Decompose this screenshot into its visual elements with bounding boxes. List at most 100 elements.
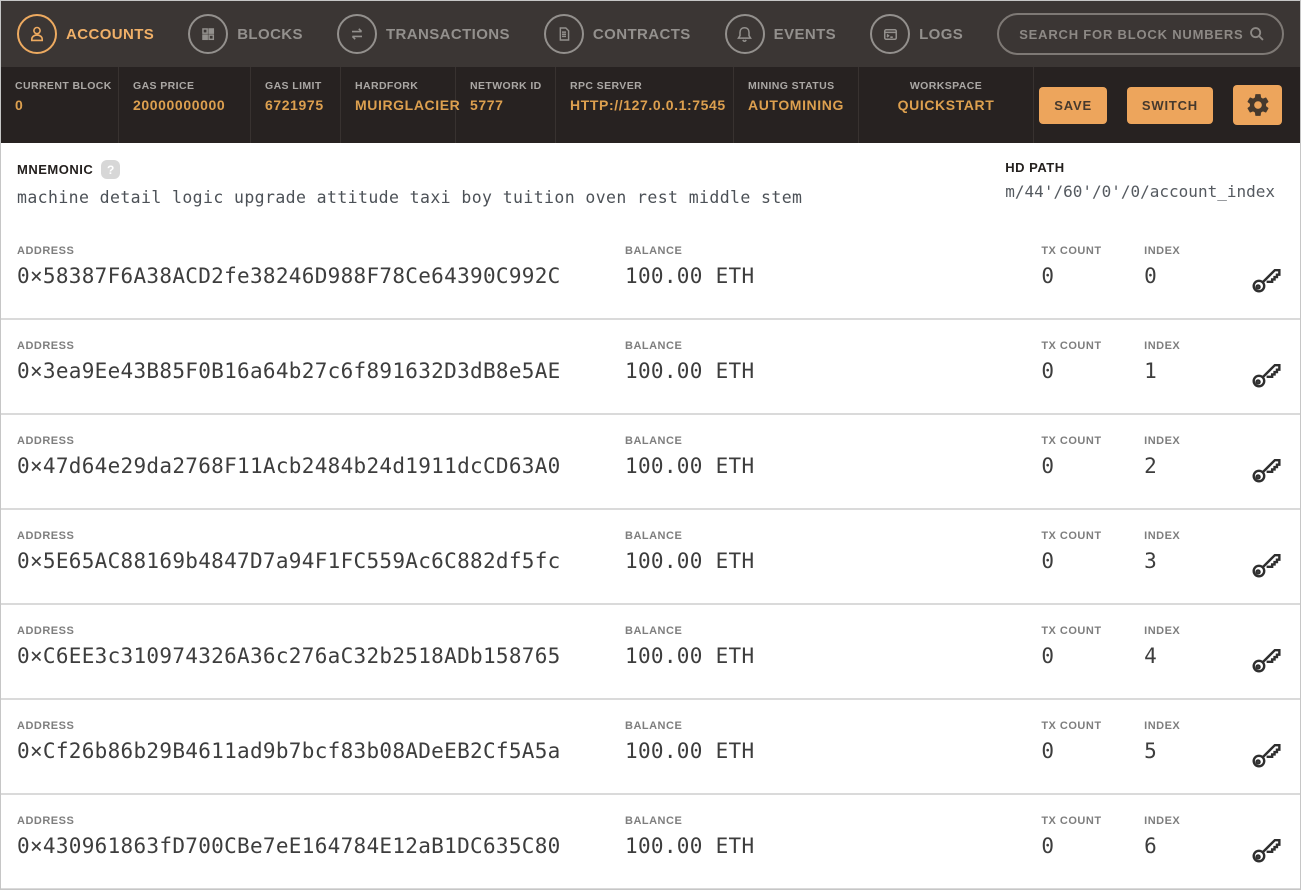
blocks-grid-icon (188, 14, 228, 54)
hd-path-label: HD PATH (1005, 160, 1275, 175)
contracts-document-icon (544, 14, 584, 54)
key-icon (1248, 546, 1284, 582)
hd-path-value: m/44'/60'/0'/0/account_index (1005, 182, 1275, 201)
tab-accounts[interactable]: ACCOUNTS (17, 14, 154, 54)
balance-label: BALANCE (625, 815, 1041, 827)
show-private-key-button[interactable] (1248, 546, 1284, 585)
settings-button[interactable] (1233, 85, 1282, 125)
tab-events-label: EVENTS (774, 26, 836, 43)
status-value: QUICKSTART (873, 97, 1019, 113)
mnemonic-label: MNEMONIC (17, 162, 93, 177)
tx-count-label: TX COUNT (1041, 530, 1144, 542)
index-label: INDEX (1144, 625, 1242, 637)
ganache-accounts-screen: ACCOUNTS BLOCKS TRANSACTIONS CONTRACTS E… (0, 0, 1301, 890)
status-hardfork: HARDFORK MUIRGLACIER (341, 67, 456, 143)
index-label: INDEX (1144, 815, 1242, 827)
key-icon (1248, 261, 1284, 297)
key-icon (1248, 451, 1284, 487)
mnemonic-help-icon[interactable]: ? (101, 160, 120, 179)
status-label: RPC SERVER (570, 80, 719, 92)
account-index: 3 (1144, 549, 1242, 573)
account-row: ADDRESS0×58387F6A38ACD2fe38246D988F78Ce6… (1, 225, 1300, 320)
switch-button[interactable]: SWITCH (1127, 87, 1213, 124)
balance-label: BALANCE (625, 720, 1041, 732)
tab-blocks-label: BLOCKS (237, 26, 303, 43)
status-mining-status: MINING STATUS AUTOMINING (734, 67, 859, 143)
save-button[interactable]: SAVE (1039, 87, 1107, 124)
show-private-key-button[interactable] (1248, 261, 1284, 300)
balance-label: BALANCE (625, 340, 1041, 352)
account-balance: 100.00 ETH (625, 834, 1041, 858)
account-tx-count: 0 (1041, 739, 1144, 763)
tx-count-label: TX COUNT (1041, 435, 1144, 447)
status-rpc-server: RPC SERVER HTTP://127.0.0.1:7545 (556, 67, 734, 143)
tab-blocks[interactable]: BLOCKS (188, 14, 303, 54)
accounts-list: ADDRESS0×58387F6A38ACD2fe38246D988F78Ce6… (1, 225, 1300, 889)
show-private-key-button[interactable] (1248, 356, 1284, 395)
account-row: ADDRESS0×3ea9Ee43B85F0B16a64b27c6f891632… (1, 320, 1300, 415)
show-private-key-button[interactable] (1248, 736, 1284, 775)
show-private-key-button[interactable] (1248, 831, 1284, 870)
tab-contracts-label: CONTRACTS (593, 26, 691, 43)
mnemonic-block: MNEMONIC ? machine detail logic upgrade … (17, 160, 802, 207)
account-balance: 100.00 ETH (625, 549, 1041, 573)
hd-path-block: HD PATH m/44'/60'/0'/0/account_index (1005, 160, 1284, 207)
account-tx-count: 0 (1041, 264, 1144, 288)
account-row: ADDRESS0×430961863fD700CBe7eE164784E12aB… (1, 795, 1300, 889)
gear-icon (1245, 92, 1271, 118)
mnemonic-phrase: machine detail logic upgrade attitude ta… (17, 188, 802, 207)
index-label: INDEX (1144, 245, 1242, 257)
mnemonic-section: MNEMONIC ? machine detail logic upgrade … (1, 143, 1300, 225)
status-gas-price: GAS PRICE 20000000000 (119, 67, 251, 143)
address-label: ADDRESS (17, 625, 625, 637)
status-value: 6721975 (265, 97, 326, 113)
status-value: 5777 (470, 97, 541, 113)
tx-count-label: TX COUNT (1041, 625, 1144, 637)
events-bell-icon (725, 14, 765, 54)
account-index: 2 (1144, 454, 1242, 478)
status-value: MUIRGLACIER (355, 97, 441, 113)
account-index: 1 (1144, 359, 1242, 383)
status-label: HARDFORK (355, 80, 441, 92)
account-tx-count: 0 (1041, 834, 1144, 858)
workspace-actions: SAVE SWITCH (1039, 67, 1300, 143)
logs-terminal-icon (870, 14, 910, 54)
tx-count-label: TX COUNT (1041, 245, 1144, 257)
search-bar[interactable] (997, 13, 1284, 55)
tab-contracts[interactable]: CONTRACTS (544, 14, 691, 54)
tab-events[interactable]: EVENTS (725, 14, 836, 54)
account-balance: 100.00 ETH (625, 454, 1041, 478)
tx-count-label: TX COUNT (1041, 720, 1144, 732)
key-icon (1248, 356, 1284, 392)
status-workspace: WORKSPACE QUICKSTART (859, 67, 1034, 143)
show-private-key-button[interactable] (1248, 641, 1284, 680)
tab-accounts-label: ACCOUNTS (66, 26, 154, 43)
address-label: ADDRESS (17, 530, 625, 542)
tab-transactions-label: TRANSACTIONS (386, 26, 510, 43)
account-index: 4 (1144, 644, 1242, 668)
status-label: CURRENT BLOCK (15, 80, 104, 92)
index-label: INDEX (1144, 530, 1242, 542)
account-row: ADDRESS0×C6EE3c310974326A36c276aC32b2518… (1, 605, 1300, 700)
status-label: WORKSPACE (873, 80, 1019, 92)
status-label: MINING STATUS (748, 80, 844, 92)
tab-logs[interactable]: LOGS (870, 14, 963, 54)
account-row: ADDRESS0×5E65AC88169b4847D7a94F1FC559Ac6… (1, 510, 1300, 605)
search-input[interactable] (1019, 27, 1246, 42)
account-index: 6 (1144, 834, 1242, 858)
account-address: 0×3ea9Ee43B85F0B16a64b27c6f891632D3dB8e5… (17, 359, 625, 383)
show-private-key-button[interactable] (1248, 451, 1284, 490)
tx-count-label: TX COUNT (1041, 340, 1144, 352)
account-balance: 100.00 ETH (625, 264, 1041, 288)
search-icon (1246, 23, 1268, 45)
account-balance: 100.00 ETH (625, 739, 1041, 763)
balance-label: BALANCE (625, 245, 1041, 257)
account-balance: 100.00 ETH (625, 359, 1041, 383)
balance-label: BALANCE (625, 435, 1041, 447)
address-label: ADDRESS (17, 815, 625, 827)
account-index: 5 (1144, 739, 1242, 763)
tab-transactions[interactable]: TRANSACTIONS (337, 14, 510, 54)
key-icon (1248, 641, 1284, 677)
address-label: ADDRESS (17, 245, 625, 257)
accounts-person-icon (17, 14, 57, 54)
